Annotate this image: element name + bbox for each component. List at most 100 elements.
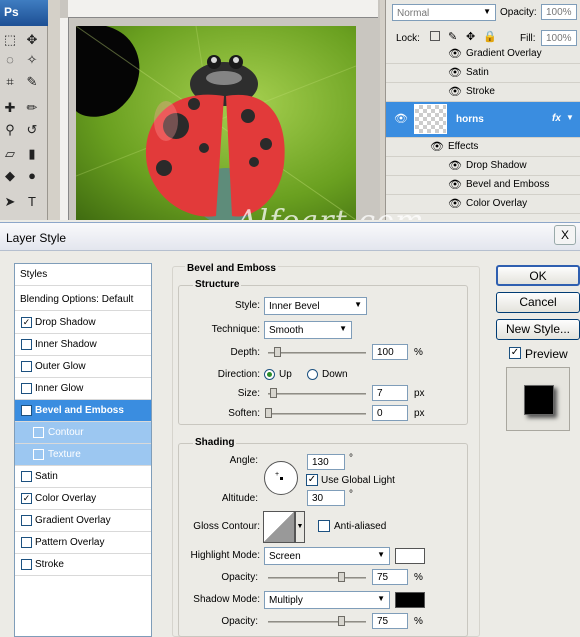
dialog-titlebar[interactable]: Layer Style X [0,223,580,251]
anti-aliased-checkbox[interactable] [318,520,330,532]
lock-position-icon[interactable]: ✥ [466,30,475,43]
eye-icon[interactable]: 👁 [448,198,462,210]
eye-icon[interactable]: 👁 [448,48,462,60]
effect-row-stroke[interactable]: 👁 Stroke [386,83,580,102]
chevron-down-icon[interactable]: ▼ [295,511,305,543]
layer-opacity-input[interactable]: 100% [541,4,577,20]
style-checkbox[interactable] [21,383,32,394]
eye-icon[interactable]: 👁 [394,113,408,125]
depth-input[interactable]: 100 [372,344,408,360]
ok-button[interactable]: OK [496,265,580,286]
effect-row-drop-shadow[interactable]: 👁 Drop Shadow [386,157,580,176]
soften-input[interactable]: 0 [372,405,408,421]
angle-input[interactable]: 130 [307,454,345,470]
depth-slider-thumb[interactable] [274,347,281,357]
shadow-color-swatch[interactable] [395,592,425,608]
lasso-tool-icon[interactable]: ◌ [2,52,18,68]
style-checkbox[interactable] [21,339,32,350]
gloss-contour-swatch[interactable] [263,511,295,543]
style-item-color-overlay[interactable]: ✓ Color Overlay [15,488,151,510]
eyedropper-icon[interactable]: ✎ [24,74,40,90]
fx-icon[interactable]: fx [552,113,561,124]
preview-checkbox[interactable]: ✓ [509,347,521,359]
new-style-button[interactable]: New Style... [496,319,580,340]
style-checkbox[interactable] [33,427,44,438]
size-slider[interactable] [268,393,366,395]
style-checkbox[interactable]: ✓ [21,317,32,328]
style-item-pattern-overlay[interactable]: Pattern Overlay [15,532,151,554]
effect-row-satin[interactable]: 👁 Satin [386,64,580,83]
use-global-light-checkbox[interactable]: ✓ [306,474,318,486]
eye-icon[interactable]: 👁 [448,67,462,79]
style-checkbox[interactable] [33,449,44,460]
crop-tool-icon[interactable]: ⌗ [2,74,18,90]
style-item-contour[interactable]: Contour [15,422,151,444]
style-item-satin[interactable]: Satin [15,466,151,488]
effect-row-gradient-overlay[interactable]: 👁 Gradient Overlay [386,45,580,64]
marquee-tool-icon[interactable]: ⬚ [2,32,18,48]
shadow-mode-select[interactable]: Multiply ▼ [264,591,390,609]
style-item-texture[interactable]: Texture [15,444,151,466]
brush-tool-icon[interactable]: ✏ [24,100,40,116]
style-checkbox[interactable] [21,537,32,548]
effect-row-bevel-emboss[interactable]: 👁 Bevel and Emboss [386,176,580,195]
path-select-icon[interactable]: ➤ [2,194,18,210]
ladybug-canvas-image[interactable] [76,26,356,220]
dodge-tool-icon[interactable]: ● [24,168,40,184]
depth-slider[interactable] [268,352,366,354]
size-input[interactable]: 7 [372,385,408,401]
style-item-drop-shadow[interactable]: ✓ Drop Shadow [15,312,151,334]
highlight-opacity-thumb[interactable] [338,572,345,582]
highlight-mode-select[interactable]: Screen ▼ [264,547,390,565]
direction-up-radio[interactable] [264,369,275,380]
style-checkbox[interactable] [21,361,32,372]
move-tool-icon[interactable]: ✥ [24,32,40,48]
shadow-opacity-slider[interactable] [268,621,366,623]
eye-icon[interactable]: 👁 [430,141,444,153]
style-checkbox[interactable] [21,471,32,482]
angle-dial[interactable]: + [264,461,298,495]
technique-select[interactable]: Smooth ▼ [264,321,352,339]
style-checkbox[interactable]: ✓ [21,493,32,504]
eraser-icon[interactable]: ▱ [2,146,18,162]
lock-all-icon[interactable]: 🔒 [483,30,497,43]
cancel-button[interactable]: Cancel [496,292,580,313]
healing-brush-icon[interactable]: ✚ [2,100,18,116]
clone-stamp-icon[interactable]: ⚲ [2,122,18,138]
highlight-color-swatch[interactable] [395,548,425,564]
collapse-arrow-icon[interactable]: ▼ [566,113,574,122]
layer-fill-input[interactable]: 100% [541,30,577,46]
soften-slider[interactable] [268,413,366,415]
close-icon[interactable]: X [554,225,576,245]
style-item-bevel-emboss[interactable]: ✓ Bevel and Emboss [15,400,151,422]
blur-tool-icon[interactable]: ◆ [2,168,18,184]
style-checkbox[interactable] [21,515,32,526]
style-item-inner-glow[interactable]: Inner Glow [15,378,151,400]
soften-slider-thumb[interactable] [265,408,272,418]
styles-header[interactable]: Styles [15,264,151,286]
size-slider-thumb[interactable] [270,388,277,398]
style-item-stroke[interactable]: Stroke [15,554,151,576]
blending-options-item[interactable]: Blending Options: Default [15,289,151,311]
effects-header-row[interactable]: 👁 Effects [386,138,580,157]
style-checkbox[interactable]: ✓ [21,405,32,416]
bevel-style-select[interactable]: Inner Bevel ▼ [264,297,367,315]
gradient-tool-icon[interactable]: ▮ [24,146,40,162]
magic-wand-icon[interactable]: ✧ [24,52,40,68]
layer-row-horns[interactable]: 👁 horns fx ▼ [386,102,580,138]
blend-mode-select[interactable]: Normal ▼ [392,4,496,21]
highlight-opacity-input[interactable]: 75 [372,569,408,585]
eye-icon[interactable]: 👁 [448,179,462,191]
style-checkbox[interactable] [21,559,32,570]
eye-icon[interactable]: 👁 [448,160,462,172]
shadow-opacity-input[interactable]: 75 [372,613,408,629]
lock-pixels-icon[interactable]: ✎ [448,30,457,43]
style-item-inner-shadow[interactable]: Inner Shadow [15,334,151,356]
highlight-opacity-slider[interactable] [268,577,366,579]
style-item-outer-glow[interactable]: Outer Glow [15,356,151,378]
eye-icon[interactable]: 👁 [448,86,462,98]
lock-transparency-icon[interactable] [430,31,440,41]
shadow-opacity-thumb[interactable] [338,616,345,626]
layer-name[interactable]: horns [456,114,484,125]
history-brush-icon[interactable]: ↺ [24,122,40,138]
